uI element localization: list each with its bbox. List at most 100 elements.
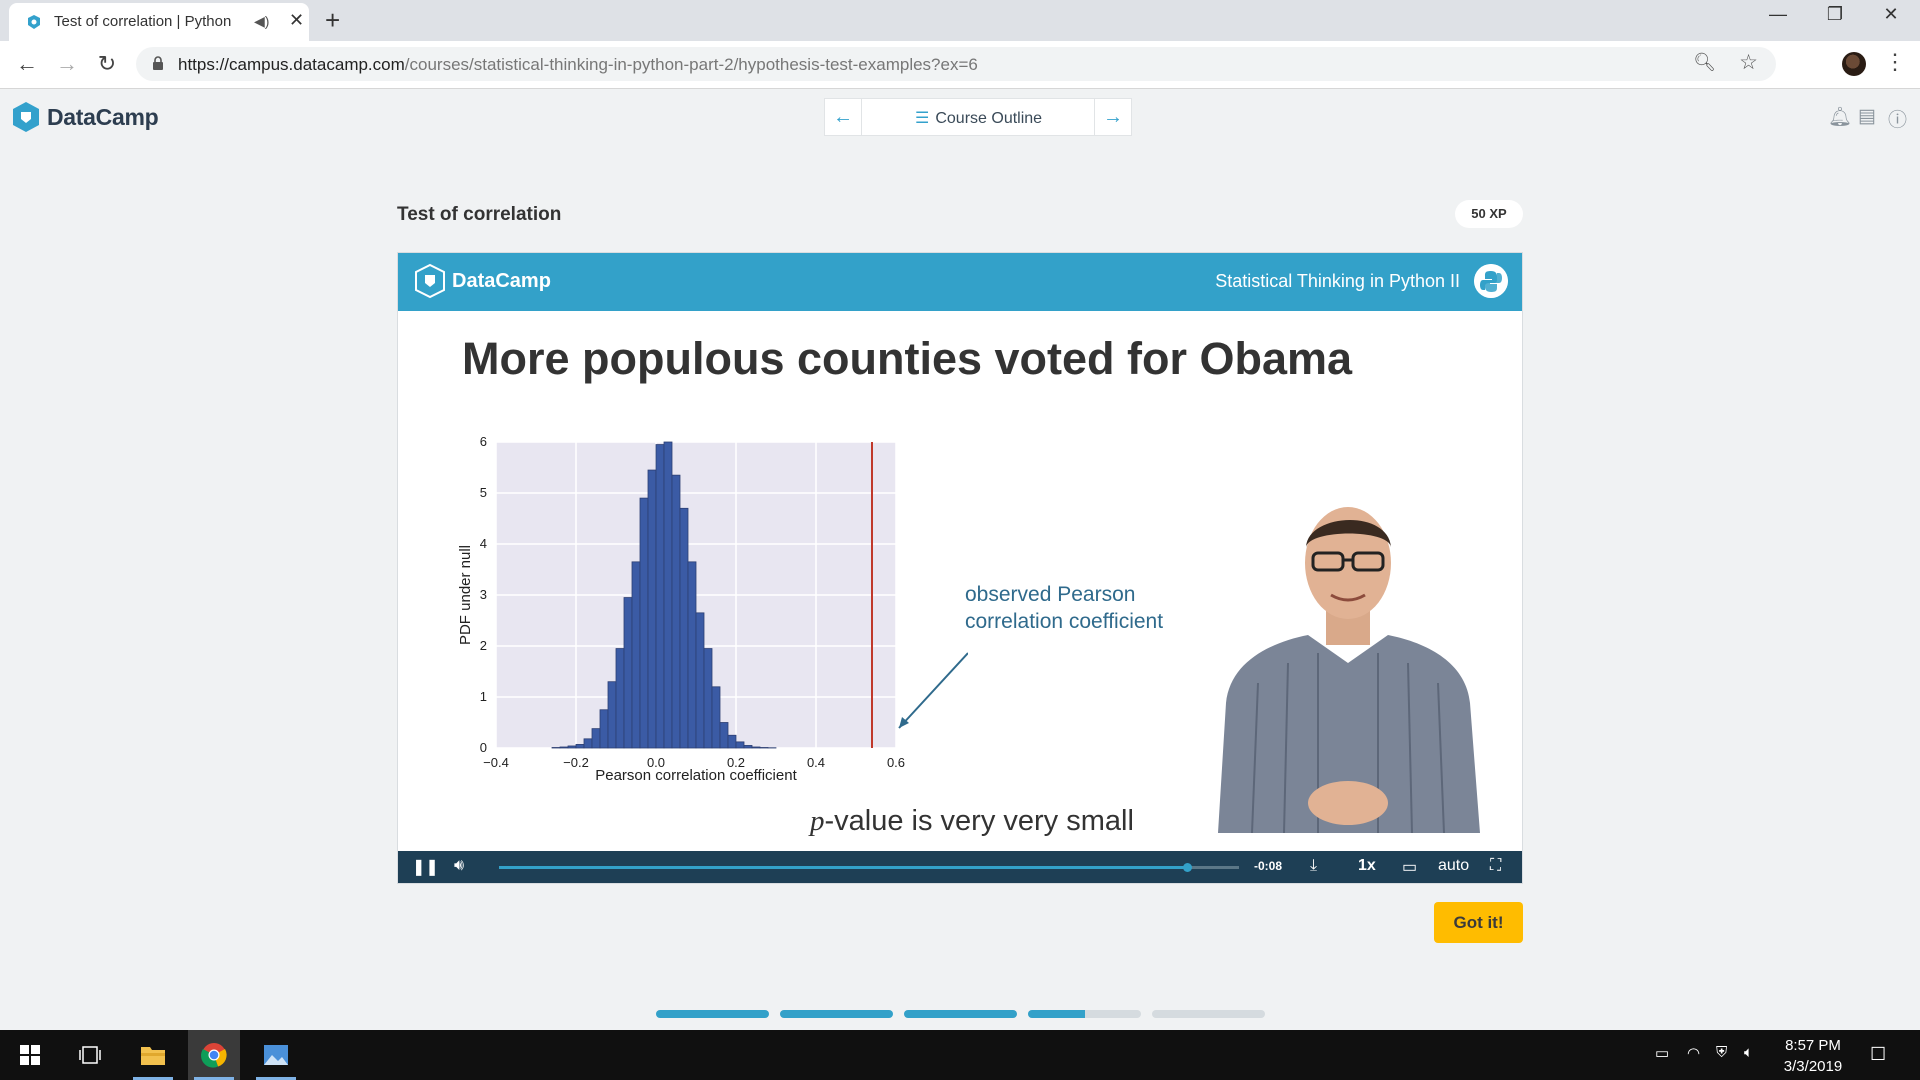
course-outline-button[interactable]: ☰ Course Outline — [915, 108, 1042, 128]
histogram-bar — [623, 597, 633, 749]
x-tick-label: 0.6 — [887, 755, 905, 770]
y-tick-label: 1 — [480, 689, 487, 704]
address-bar[interactable]: https://campus.datacamp.com/courses/stat… — [136, 47, 1776, 81]
histogram-bar — [759, 747, 769, 749]
progress-segment-fill — [780, 1010, 893, 1018]
volume-tray-icon[interactable]: 🔈︎ — [1744, 1044, 1753, 1061]
histogram-bar — [615, 648, 625, 749]
histogram-bar — [687, 561, 697, 749]
speaker-icon[interactable]: ◀) — [254, 13, 269, 30]
tab-close-icon[interactable]: ✕ — [289, 10, 304, 31]
presenter-video — [1218, 507, 1480, 833]
histogram-bar — [727, 734, 737, 749]
seek-bar[interactable] — [499, 863, 1239, 872]
pdf-slides-icon[interactable]: ▤ — [1858, 105, 1876, 128]
menu-icon: ☰ — [915, 110, 930, 127]
datacamp-logo-icon — [13, 102, 39, 132]
next-exercise-button[interactable]: → — [1094, 99, 1131, 135]
progress-segment — [1152, 1010, 1265, 1018]
tab-title: Test of correlation | Python — [54, 13, 232, 30]
course-outline-nav: ← ☰ Course Outline → — [824, 98, 1132, 136]
datacamp-logo-icon — [415, 263, 445, 299]
back-arrow-icon[interactable]: ← — [12, 51, 42, 77]
file-explorer-icon[interactable] — [127, 1030, 179, 1080]
annotation-text: observed Pearson correlation coefficient — [965, 583, 1164, 633]
report-issue-icon[interactable]: ⓘ — [1888, 105, 1907, 132]
progress-segment-fill — [656, 1010, 769, 1018]
y-tick-label: 3 — [480, 587, 487, 602]
slide-datacamp-logo: DataCamp — [414, 263, 551, 299]
reload-icon[interactable]: ↻ — [92, 51, 122, 77]
histogram-bar — [591, 728, 601, 749]
histogram-bar — [655, 444, 665, 749]
task-view-icon[interactable] — [64, 1030, 116, 1080]
histogram-bar — [671, 474, 681, 749]
x-tick-label: −0.4 — [483, 755, 509, 770]
system-clock[interactable]: 8:57 PM 3/3/2019 — [1768, 1035, 1858, 1077]
app-header: DataCamp ← ☰ Course Outline → 🔔︎ ▤ ⓘ — [0, 89, 1920, 145]
window-close-icon[interactable]: ✕ — [1871, 4, 1911, 25]
wifi-icon[interactable]: ◠ — [1687, 1044, 1700, 1062]
progress-segment-fill — [1028, 1010, 1085, 1018]
subtitles-icon[interactable]: ▭ — [1402, 857, 1417, 877]
minimize-icon[interactable]: — — [1758, 4, 1798, 25]
y-tick-label: 6 — [480, 434, 487, 449]
restore-icon[interactable]: ❐ — [1815, 4, 1855, 25]
histogram-bar — [647, 469, 657, 749]
histogram-bar — [575, 744, 585, 749]
bookmark-star-icon[interactable]: ☆ — [1739, 50, 1758, 75]
security-shield-icon[interactable]: ⛨ — [1716, 1044, 1727, 1061]
histogram-bar — [583, 738, 593, 749]
exercise-title: Test of correlation — [397, 204, 562, 225]
histogram-bar — [711, 686, 721, 749]
battery-icon[interactable]: ▭ — [1655, 1044, 1669, 1062]
histogram-chart: 0123456 −0.4 −0.2 0.0 0.2 0.4 0.6 Pearson cor… — [457, 434, 968, 784]
xp-badge: 50 XP — [1455, 200, 1523, 228]
time-remaining: -0:08 — [1254, 859, 1283, 873]
y-axis-label: PDF under null — [457, 545, 474, 645]
new-tab-button[interactable]: + — [325, 5, 340, 36]
histogram-bar — [743, 745, 753, 749]
pvalue-caption: p-value is very very small — [810, 805, 1134, 837]
progress-segment-fill — [904, 1010, 1017, 1018]
browser-tab[interactable]: Test of correlation | Python ◀) ✕ — [9, 3, 309, 41]
windows-start-icon[interactable] — [4, 1030, 56, 1080]
windows-taskbar: ▭ ◠ ⛨ 🔈︎ 8:57 PM 3/3/2019 ☐ — [0, 1030, 1920, 1080]
seek-progress — [499, 866, 1188, 869]
chrome-taskbar-icon[interactable] — [188, 1030, 240, 1080]
histogram-bar — [679, 507, 689, 749]
datacamp-logo[interactable]: DataCamp — [11, 101, 159, 133]
histogram-bar — [735, 741, 745, 749]
browser-menu-icon[interactable]: ⋮ — [1884, 49, 1906, 75]
profile-avatar[interactable] — [1842, 52, 1866, 76]
pause-icon[interactable]: ❚❚ — [412, 857, 439, 877]
histogram-bar — [567, 745, 577, 749]
seek-handle[interactable] — [1183, 863, 1193, 872]
progress-segment — [656, 1010, 769, 1018]
action-center-icon[interactable]: ☐ — [1870, 1044, 1886, 1065]
progress-segment — [1028, 1010, 1141, 1018]
video-player[interactable]: DataCamp Statistical Thinking in Python … — [397, 252, 1523, 884]
forward-arrow-icon[interactable]: → — [52, 51, 82, 77]
quality-button[interactable]: auto — [1438, 857, 1469, 875]
histogram-bar — [607, 681, 617, 749]
y-tick-label: 0 — [480, 740, 487, 755]
histogram-bar — [551, 747, 561, 749]
brand-name: DataCamp — [47, 103, 159, 130]
x-axis-label: Pearson correlation coefficient — [595, 767, 797, 784]
histogram-bar — [599, 709, 609, 749]
playback-speed-button[interactable]: 1x — [1358, 857, 1376, 875]
zoom-icon[interactable]: 🔍︎ — [1693, 52, 1716, 73]
photos-app-icon[interactable] — [250, 1030, 302, 1080]
got-it-button[interactable]: Got it! — [1434, 902, 1523, 943]
volume-icon[interactable]: 🔊︎ — [454, 857, 464, 875]
fullscreen-icon[interactable]: ⛶ — [1490, 857, 1501, 875]
download-icon[interactable]: ⤓ — [1310, 857, 1317, 875]
notification-bell-icon[interactable]: 🔔︎ — [1828, 105, 1852, 129]
histogram-bar — [663, 441, 673, 749]
progress-segment — [780, 1010, 893, 1018]
url-text: https://campus.datacamp.com/courses/stat… — [178, 55, 978, 74]
x-tick-label: −0.2 — [563, 755, 589, 770]
previous-exercise-button[interactable]: ← — [825, 99, 862, 135]
video-controls: ❚❚ 🔊︎ -0:08 ⤓ 1x ▭ auto ⛶ — [398, 851, 1522, 883]
